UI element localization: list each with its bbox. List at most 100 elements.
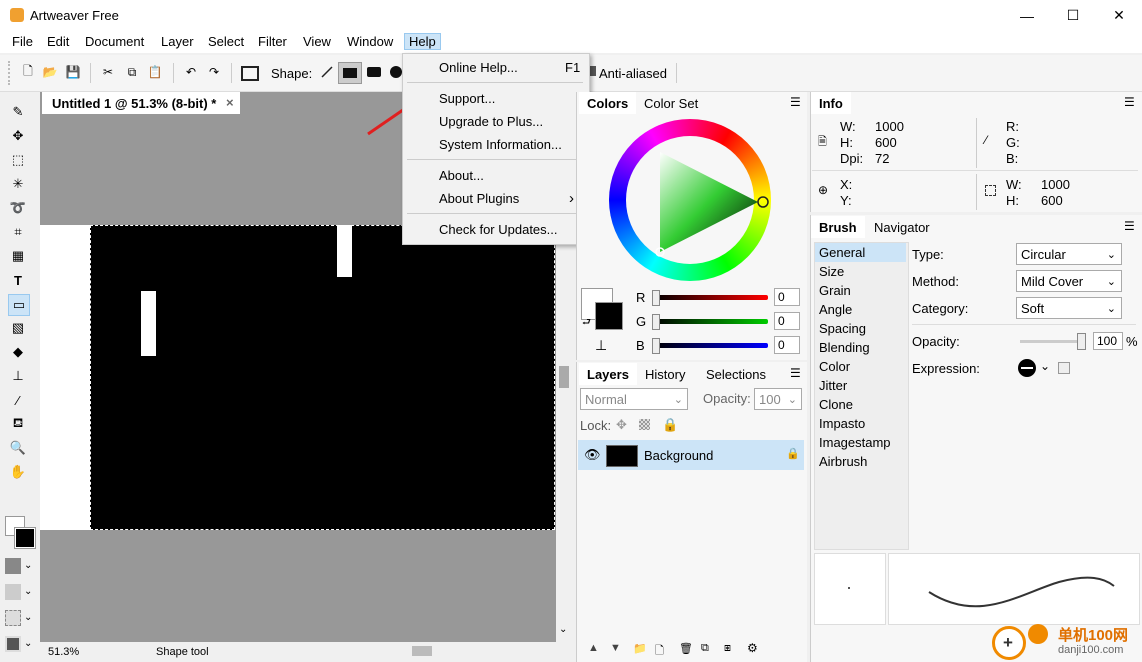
menu-edit[interactable]: Edit: [43, 34, 73, 49]
lasso-tool-icon[interactable]: ➰: [8, 198, 28, 218]
red-slider-thumb[interactable]: [652, 290, 660, 306]
menu-filter[interactable]: Filter: [254, 34, 291, 49]
brush-opacity-thumb[interactable]: [1077, 333, 1086, 350]
settings-gear-icon[interactable]: ⚙: [747, 641, 758, 655]
rounded-rect-shape-icon[interactable]: [367, 67, 381, 77]
horizontal-scrollbar-thumb[interactable]: [412, 646, 432, 656]
stamp-tool-icon[interactable]: ⊥: [8, 366, 28, 386]
move-tool-icon[interactable]: ✥: [8, 126, 28, 146]
chevron-down-icon[interactable]: ⌄: [1040, 359, 1050, 373]
scroll-down-arrow-icon[interactable]: ⌄: [559, 624, 567, 635]
lock-transparency-icon[interactable]: [639, 419, 650, 430]
green-slider-thumb[interactable]: [652, 314, 660, 330]
chevron-down-icon[interactable]: ⌄: [24, 560, 32, 571]
brush-cat-jitter[interactable]: Jitter: [819, 378, 847, 393]
brush-cat-spacing[interactable]: Spacing: [819, 321, 866, 336]
blue-value-input[interactable]: 0: [774, 336, 800, 354]
tab-selections[interactable]: Selections: [698, 363, 774, 385]
eyedropper-tool-icon[interactable]: ⁄: [8, 390, 28, 410]
menu-online-help[interactable]: Online Help...: [439, 60, 518, 75]
texture-swatch[interactable]: [5, 558, 21, 574]
red-slider[interactable]: [654, 295, 768, 300]
move-up-icon[interactable]: ▲: [588, 642, 599, 654]
menu-upgrade[interactable]: Upgrade to Plus...: [439, 114, 543, 129]
new-group-icon[interactable]: 📁: [633, 642, 647, 655]
minimize-button[interactable]: —: [1004, 0, 1050, 31]
expression-settings-icon[interactable]: [1058, 362, 1070, 374]
hand-tool-icon[interactable]: ✋: [8, 462, 28, 482]
scrollbar-thumb[interactable]: [559, 366, 569, 388]
undo-icon[interactable]: ↶: [184, 65, 198, 79]
panel-menu-icon[interactable]: ☰: [790, 95, 801, 109]
panel-menu-icon[interactable]: ☰: [1124, 95, 1135, 109]
stamp-icon[interactable]: ⊥: [595, 337, 607, 354]
brush-cat-color[interactable]: Color: [819, 359, 850, 374]
eye-icon[interactable]: 👁: [584, 447, 601, 463]
lock-icon[interactable]: 🔒: [662, 417, 678, 433]
green-value-input[interactable]: 0: [774, 312, 800, 330]
new-layer-icon[interactable]: 🗋: [655, 642, 664, 661]
swap-colors-icon[interactable]: ⮐: [582, 315, 591, 332]
foreground-color-swatch[interactable]: [14, 527, 36, 549]
line-shape-icon[interactable]: [320, 65, 334, 79]
chevron-down-icon[interactable]: ⌄: [24, 586, 32, 597]
marquee-tool-icon[interactable]: ⬚: [8, 150, 28, 170]
brush-cat-clone[interactable]: Clone: [819, 397, 853, 412]
foreground-color-swatch[interactable]: [595, 302, 623, 330]
red-value-input[interactable]: 0: [774, 288, 800, 306]
menu-file[interactable]: File: [8, 34, 37, 49]
magic-wand-icon[interactable]: ✳: [8, 174, 28, 194]
tab-brush[interactable]: Brush: [811, 216, 865, 238]
brush-opacity-slider[interactable]: [1020, 340, 1084, 343]
fill-bucket-icon[interactable]: ⛾: [8, 414, 28, 434]
view-mode-swatch[interactable]: [5, 636, 21, 652]
panel-menu-icon[interactable]: ☰: [1124, 219, 1135, 233]
brush-cat-blending[interactable]: Blending: [819, 340, 870, 355]
menu-window[interactable]: Window: [343, 34, 397, 49]
gradient-tool-icon[interactable]: ▧: [8, 318, 28, 338]
brush-cat-grain[interactable]: Grain: [819, 283, 851, 298]
paste-icon[interactable]: 📋: [148, 65, 163, 79]
brush-cat-angle[interactable]: Angle: [819, 302, 852, 317]
crop-tool-icon[interactable]: ⌗: [8, 222, 28, 242]
cut-icon[interactable]: ✂: [101, 65, 115, 79]
pattern-swatch[interactable]: [5, 584, 21, 600]
menu-help[interactable]: Help: [404, 33, 441, 50]
text-tool-icon[interactable]: T: [8, 270, 28, 290]
panel-menu-icon[interactable]: ☰: [790, 366, 801, 380]
brush-cat-airbrush[interactable]: Airbrush: [819, 454, 867, 469]
redo-icon[interactable]: ↷: [207, 65, 221, 79]
menu-support[interactable]: Support...: [439, 91, 495, 106]
lock-position-icon[interactable]: ✥: [616, 417, 627, 433]
copy-icon[interactable]: ⧉: [125, 65, 139, 79]
maximize-button[interactable]: ☐: [1050, 0, 1096, 31]
brush-cat-size[interactable]: Size: [819, 264, 844, 279]
zoom-tool-icon[interactable]: 🔍: [8, 438, 28, 458]
blend-mode-select[interactable]: Normal ⌄: [580, 388, 688, 410]
close-tab-icon[interactable]: ×: [226, 95, 234, 110]
eraser-tool-icon[interactable]: ◆: [8, 342, 28, 362]
duplicate-layer-icon[interactable]: ⧉: [701, 642, 709, 655]
menu-about-plugins[interactable]: About Plugins: [439, 191, 519, 206]
chevron-down-icon[interactable]: ⌄: [24, 638, 32, 649]
layer-row-background[interactable]: 👁 Background 🔒: [578, 440, 804, 470]
canvas[interactable]: [90, 225, 555, 530]
tab-navigator[interactable]: Navigator: [866, 216, 938, 238]
grid-tool-icon[interactable]: ▦: [8, 246, 28, 266]
brush-type-select[interactable]: Circular ⌄: [1016, 243, 1122, 265]
color-triangle[interactable]: [650, 148, 770, 260]
menu-layer[interactable]: Layer: [157, 34, 198, 49]
menu-select[interactable]: Select: [204, 34, 248, 49]
tab-colors[interactable]: Colors: [579, 92, 637, 114]
selection-mode-swatch[interactable]: [5, 610, 21, 626]
brush-category-select[interactable]: Soft ⌄: [1016, 297, 1122, 319]
new-file-icon[interactable]: 🗋: [21, 64, 35, 79]
tab-layers[interactable]: Layers: [579, 363, 637, 385]
menu-view[interactable]: View: [299, 34, 335, 49]
save-icon[interactable]: 💾: [66, 65, 81, 79]
green-slider[interactable]: [654, 319, 768, 324]
chevron-down-icon[interactable]: ⌄: [24, 612, 32, 623]
move-down-icon[interactable]: ▼: [610, 642, 621, 654]
filled-rect-shape-button[interactable]: [338, 62, 362, 84]
brush-opacity-input[interactable]: 100: [1093, 332, 1123, 350]
